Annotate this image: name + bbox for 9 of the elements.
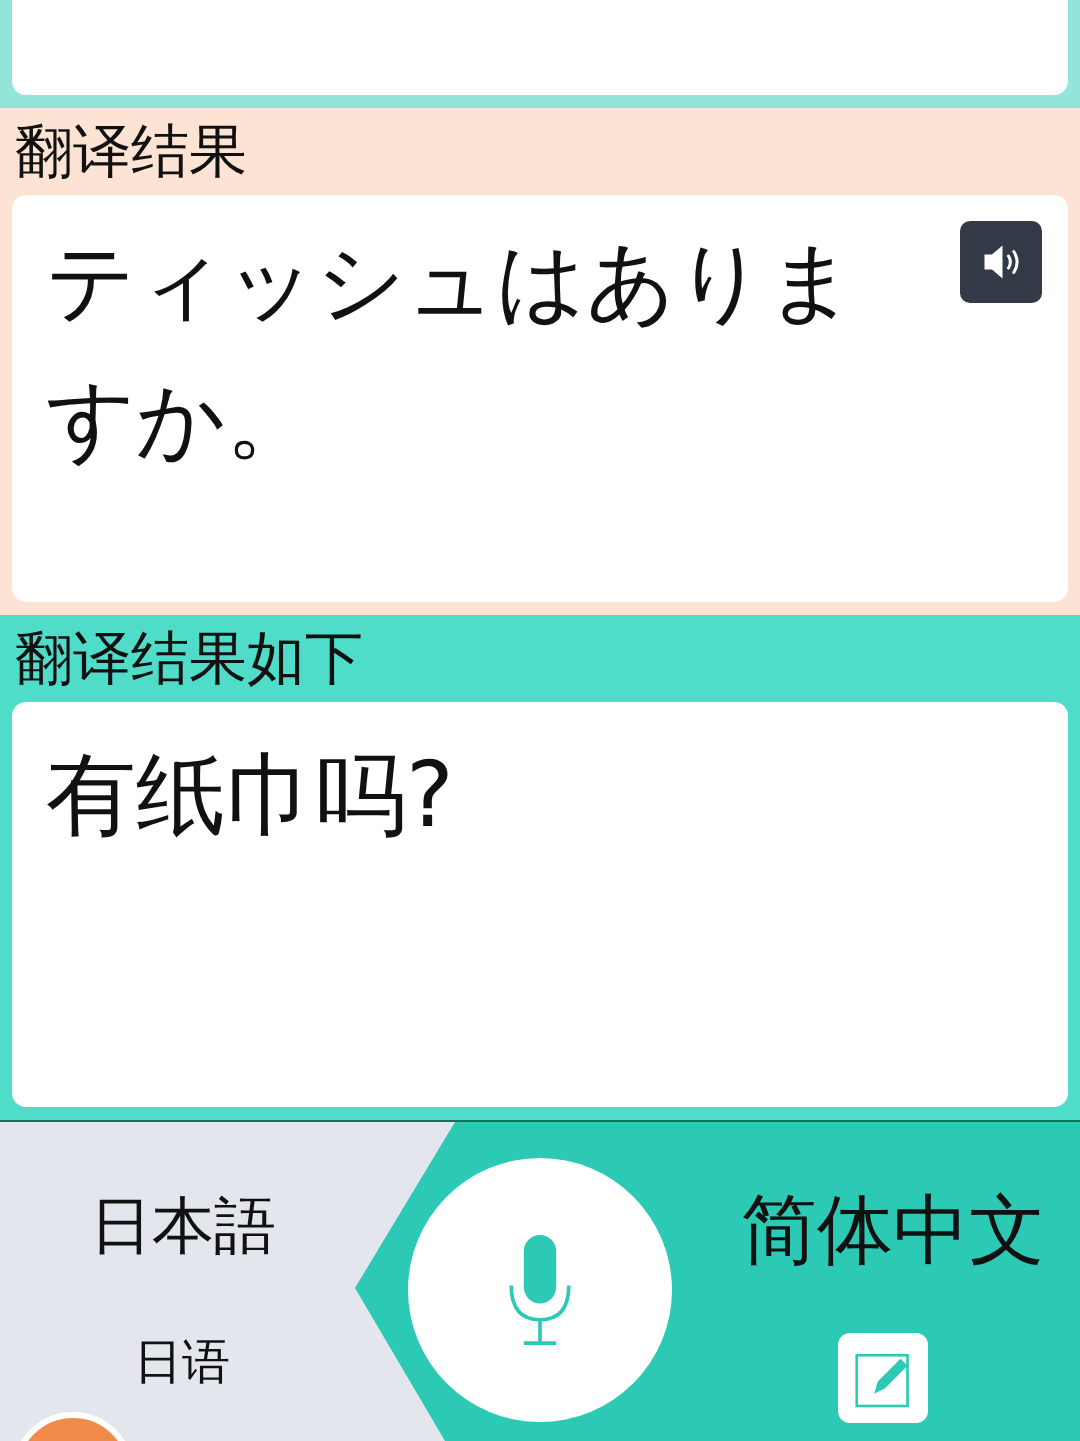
section-label: 翻译结果如下 bbox=[14, 623, 364, 694]
section-label: 翻译结果 bbox=[14, 116, 248, 187]
translated-text: 有纸巾吗? bbox=[46, 741, 455, 849]
speaker-button[interactable] bbox=[960, 221, 1042, 303]
source-language-subtitle: 日语 bbox=[134, 1332, 230, 1391]
edit-button[interactable] bbox=[837, 1333, 928, 1423]
target-language[interactable]: 简体中文 bbox=[740, 1180, 1045, 1283]
translated-text: ティッシュはありますか。 bbox=[46, 229, 857, 473]
source-language[interactable]: 日本語 bbox=[90, 1184, 276, 1268]
